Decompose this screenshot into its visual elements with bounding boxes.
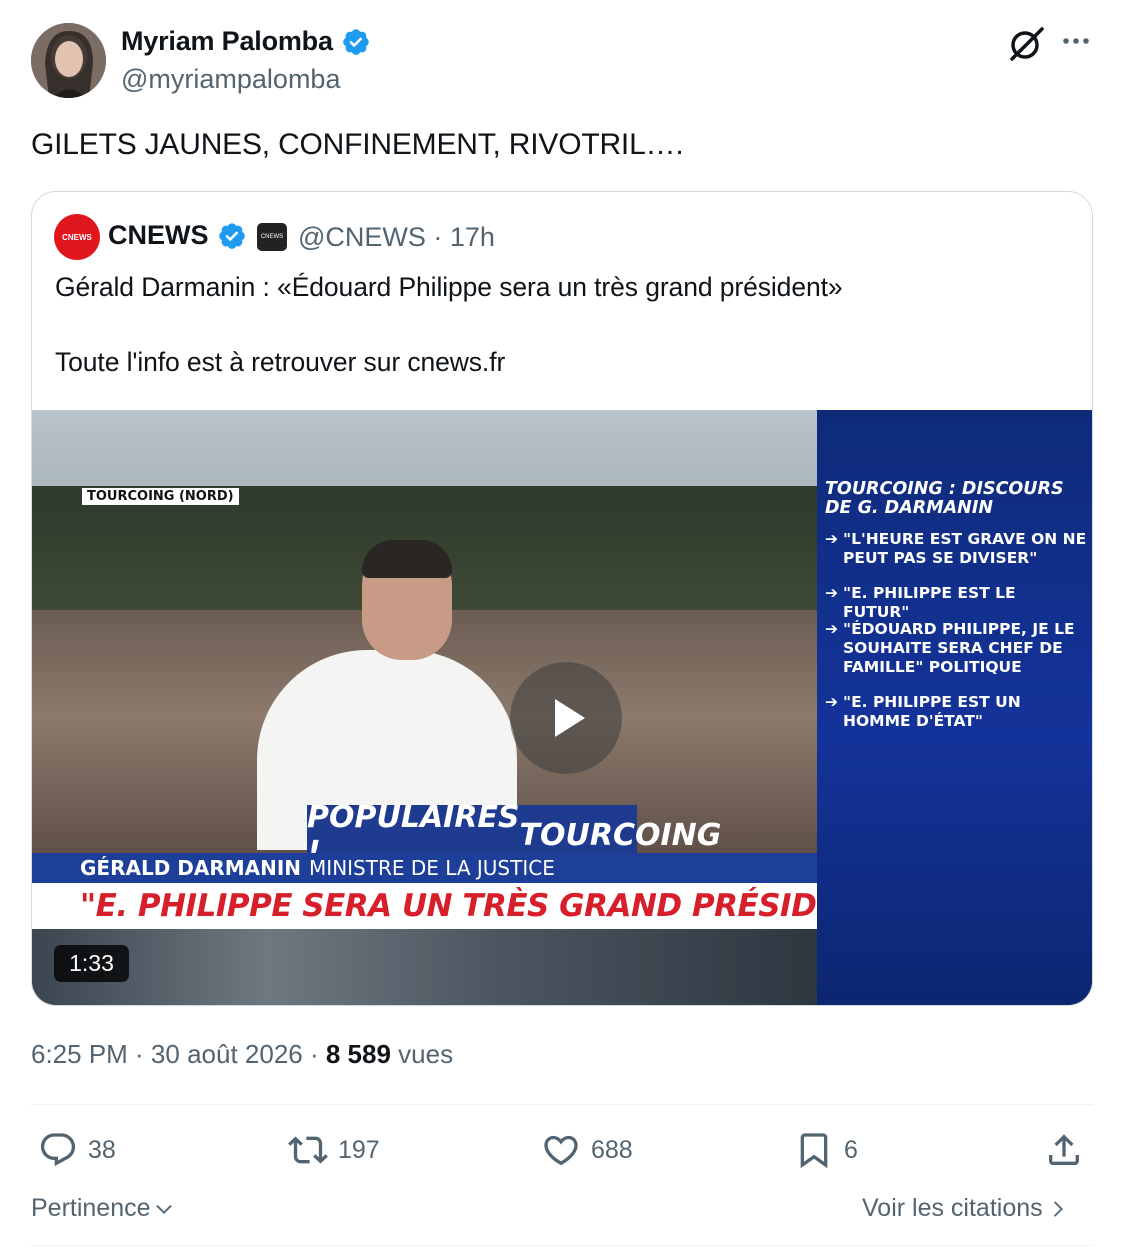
quoted-handle-time[interactable]: @CNEWS · 17h — [298, 222, 495, 253]
side-panel-item: ➔ "L'HEURE EST GRAVE ON NE PEUT PAS SE D… — [825, 530, 1087, 568]
bookmark-button[interactable]: 6 — [794, 1128, 858, 1172]
like-count: 688 — [591, 1135, 633, 1164]
video-sky — [32, 410, 817, 490]
verified-badge-icon — [218, 222, 245, 249]
play-icon — [555, 699, 585, 737]
lower-third-headline: "E. PHILIPPE SERA UN TRÈS GRAND PRÉSIDEN… — [32, 883, 904, 929]
divider — [31, 1245, 1093, 1246]
podium-text-right: TOURCOING — [519, 817, 722, 853]
repost-button[interactable]: 197 — [288, 1128, 380, 1172]
sort-dropdown[interactable]: Pertinence — [31, 1194, 175, 1223]
quoted-text-line2: Toute l'info est à retrouver sur cnews.f… — [55, 347, 506, 377]
affiliate-badge[interactable]: CNEWS — [257, 223, 287, 251]
location-tag: TOURCOING (NORD) — [82, 488, 239, 505]
cnews-logo-text: CNEWS — [62, 232, 92, 242]
bookmark-count: 6 — [844, 1135, 858, 1164]
views-count: 8 589 — [325, 1039, 391, 1069]
lower-third-name-bar: GÉRALD DARMANIN MINISTRE DE LA JUSTICE — [32, 853, 904, 883]
share-icon — [1049, 1134, 1079, 1165]
view-quotes-label: Voir les citations — [862, 1194, 1043, 1222]
post-time-date[interactable]: 6:25 PM · 30 août 2026 · — [31, 1039, 326, 1069]
side-panel-item: ➔ "ÉDOUARD PHILIPPE, JE LE SOUHAITE SERA… — [825, 620, 1087, 677]
side-panel-title: TOURCOING : DISCOURS DE G. DARMANIN — [825, 479, 1064, 518]
video-duration: 1:33 — [54, 945, 129, 982]
post-meta: 6:25 PM · 30 août 2026 · 8 589 vues — [31, 1039, 453, 1070]
reply-button[interactable]: 38 — [38, 1128, 116, 1172]
lower-third-name: GÉRALD DARMANIN — [80, 856, 302, 880]
reply-icon — [40, 1133, 76, 1167]
arrow-right-icon: ➔ — [825, 530, 838, 548]
heart-icon — [544, 1135, 578, 1166]
quoted-text-line1: Gérald Darmanin : «Édouard Philippe sera… — [55, 272, 843, 302]
arrow-right-icon: ➔ — [825, 620, 838, 638]
author-handle[interactable]: @myriampalomba — [121, 64, 340, 95]
repost-count: 197 — [338, 1135, 380, 1164]
grok-icon[interactable] — [1006, 24, 1046, 64]
affiliate-badge-text: CNEWS — [260, 234, 284, 240]
video-side-panel: TOURCOING : DISCOURS DE G. DARMANIN ➔ "L… — [817, 410, 1092, 1005]
side-panel-item: ➔ "E. PHILIPPE EST LE FUTUR" — [825, 584, 1087, 622]
like-button[interactable]: 688 — [541, 1128, 633, 1172]
lower-third-role: MINISTRE DE LA JUSTICE — [309, 856, 555, 880]
cnews-logo[interactable]: CNEWS — [54, 214, 100, 260]
chevron-down-icon — [155, 1204, 172, 1214]
author-name[interactable]: Myriam Palomba — [121, 26, 371, 57]
side-panel-item-text: "E. PHILIPPE EST LE FUTUR" — [843, 584, 1016, 621]
side-panel-item: ➔ "E. PHILIPPE EST UN HOMME D'ÉTAT" — [825, 693, 1087, 731]
divider — [31, 1104, 1093, 1105]
tweet-text: GILETS JAUNES, CONFINEMENT, RIVOTRIL…. — [31, 128, 684, 161]
video-bottom-blur — [32, 929, 817, 1005]
speaker-hair — [362, 540, 452, 578]
views-label: vues — [390, 1039, 454, 1069]
arrow-right-icon: ➔ — [825, 693, 838, 711]
verified-badge-icon — [342, 28, 369, 55]
chevron-right-icon — [1053, 1200, 1063, 1217]
share-button[interactable] — [1044, 1128, 1084, 1172]
author-name-text: Myriam Palomba — [121, 26, 333, 56]
author-avatar[interactable] — [31, 23, 106, 98]
quoted-author-name[interactable]: CNEWS — [108, 220, 247, 251]
sort-label: Pertinence — [31, 1194, 151, 1222]
bookmark-icon — [800, 1133, 828, 1169]
view-quotes-link[interactable]: Voir les citations — [862, 1194, 1069, 1223]
side-panel-item-text: "ÉDOUARD PHILIPPE, JE LE SOUHAITE SERA C… — [843, 620, 1075, 676]
arrow-right-icon: ➔ — [825, 584, 838, 602]
quoted-tweet-card[interactable]: CNEWS CNEWS CNEWS @CNEWS · 17h Gérald Da… — [31, 191, 1093, 1006]
quoted-author-name-text: CNEWS — [108, 220, 209, 250]
play-button[interactable] — [510, 662, 622, 774]
side-panel-item-text: "E. PHILIPPE EST UN HOMME D'ÉTAT" — [843, 693, 1021, 730]
side-panel-item-text: "L'HEURE EST GRAVE ON NE PEUT PAS SE DIV… — [843, 530, 1087, 567]
more-options-icon[interactable] — [1060, 24, 1092, 58]
video-player[interactable]: POPULAIRES ! TOURCOING TOURCOING (NORD) … — [32, 410, 1092, 1005]
reply-count: 38 — [88, 1135, 116, 1164]
repost-icon — [288, 1136, 328, 1164]
